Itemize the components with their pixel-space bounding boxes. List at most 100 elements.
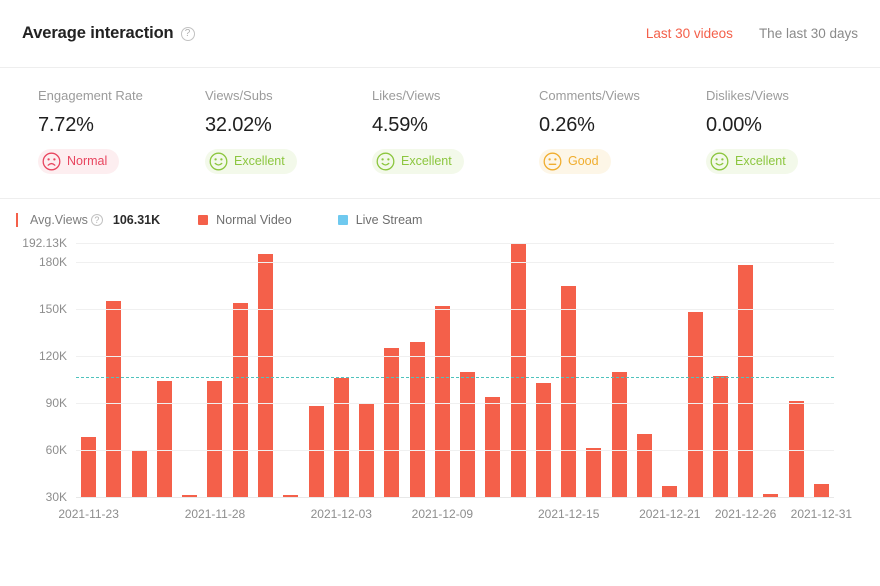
legend-item-normal-video[interactable]: Normal Video xyxy=(198,213,292,227)
bar-slot[interactable] xyxy=(127,243,152,497)
bar-slot[interactable] xyxy=(758,243,783,497)
question-mark-icon[interactable]: ? xyxy=(181,27,195,41)
chart-bar[interactable] xyxy=(207,381,222,497)
plot-canvas: 192.13K 180K 150K 120K 90K 60K 30K xyxy=(76,243,834,497)
bar-slot[interactable] xyxy=(632,243,657,497)
chart-bar[interactable] xyxy=(334,378,349,497)
chart-bar[interactable] xyxy=(309,406,324,497)
chart-bar[interactable] xyxy=(612,372,627,497)
chart-bar[interactable] xyxy=(410,342,425,497)
bar-slot[interactable] xyxy=(480,243,505,497)
chart-plot-area: 192.13K180K150K120K90K60K30K 2021-11-232… xyxy=(0,235,860,535)
chart-bar[interactable] xyxy=(460,372,475,497)
x-axis-tick-label: 2021-11-23 xyxy=(58,507,119,521)
chart-bar[interactable] xyxy=(157,381,172,497)
status-badge-label: Excellent xyxy=(234,155,285,168)
metric-label: Dislikes/Views xyxy=(706,88,873,103)
metric-value: 0.00% xyxy=(706,114,873,137)
header-tabs: Last 30 videos The last 30 days xyxy=(646,26,858,41)
bar-slot[interactable] xyxy=(152,243,177,497)
bar-slot[interactable] xyxy=(76,243,101,497)
metric-card: Dislikes/Views 0.00% Excellent xyxy=(706,88,873,176)
page-title: Average interaction xyxy=(22,24,174,43)
bar-slot[interactable] xyxy=(733,243,758,497)
chart-bar[interactable] xyxy=(435,306,450,497)
chart-bar[interactable] xyxy=(586,448,601,497)
bar-slot[interactable] xyxy=(607,243,632,497)
frown-face-icon xyxy=(42,152,61,171)
question-mark-icon[interactable]: ? xyxy=(91,214,103,226)
x-axis-labels: 2021-11-232021-11-282021-12-032021-12-09… xyxy=(76,507,834,523)
y-axis-tick-label: 60K xyxy=(46,443,76,457)
y-axis-tick-label: 192.13K xyxy=(22,236,76,250)
bar-slot[interactable] xyxy=(556,243,581,497)
average-reference-line xyxy=(76,377,834,378)
bar-slot[interactable] xyxy=(404,243,429,497)
x-axis-tick-label: 2021-12-26 xyxy=(715,507,776,521)
chart-bar[interactable] xyxy=(233,303,248,497)
chart-bar[interactable] xyxy=(384,348,399,497)
metric-card: Likes/Views4.59%Excellent xyxy=(372,88,539,176)
chart-bar[interactable] xyxy=(814,484,829,497)
bar-slot[interactable] xyxy=(228,243,253,497)
bar-slot[interactable] xyxy=(202,243,227,497)
chart-bar[interactable] xyxy=(132,451,147,497)
chart-bar[interactable] xyxy=(485,397,500,497)
x-axis-tick-label: 2021-12-03 xyxy=(311,507,372,521)
chart-bar[interactable] xyxy=(637,434,652,497)
bar-slot[interactable] xyxy=(531,243,556,497)
bar-slot[interactable] xyxy=(101,243,126,497)
metric-card: Engagement Rate7.72%Normal xyxy=(38,88,205,176)
bar-slot[interactable] xyxy=(708,243,733,497)
y-axis-tick-label: 180K xyxy=(39,255,76,269)
x-axis-tick-label: 2021-12-15 xyxy=(538,507,599,521)
metric-label: Engagement Rate xyxy=(38,88,205,103)
bar-slot[interactable] xyxy=(682,243,707,497)
chart-bar[interactable] xyxy=(106,301,121,497)
bar-slot[interactable] xyxy=(177,243,202,497)
chart-bar[interactable] xyxy=(81,437,96,497)
bar-slot[interactable] xyxy=(329,243,354,497)
bar-slot[interactable] xyxy=(506,243,531,497)
chart-bar[interactable] xyxy=(258,254,273,497)
legend-label-live-stream: Live Stream xyxy=(356,213,423,227)
tab-last-30-days[interactable]: The last 30 days xyxy=(759,26,858,41)
x-axis-tick-label: 2021-12-31 xyxy=(791,507,852,521)
legend-label-normal-video: Normal Video xyxy=(216,213,292,227)
bar-slot[interactable] xyxy=(278,243,303,497)
y-gridline: 150K xyxy=(76,309,834,310)
bar-slot[interactable] xyxy=(657,243,682,497)
chart-bar[interactable] xyxy=(511,243,526,497)
bar-slot[interactable] xyxy=(253,243,278,497)
legend-item-live-stream[interactable]: Live Stream xyxy=(338,213,423,227)
y-axis-tick-label: 150K xyxy=(39,302,76,316)
bar-slot[interactable] xyxy=(379,243,404,497)
status-badge-label: Excellent xyxy=(735,155,786,168)
avg-views-label: Avg.Views ? xyxy=(30,213,103,227)
y-gridline: 90K xyxy=(76,403,834,404)
chart-bar[interactable] xyxy=(738,265,753,497)
y-gridline: 60K xyxy=(76,450,834,451)
bar-slot[interactable] xyxy=(783,243,808,497)
bar-slot[interactable] xyxy=(581,243,606,497)
metric-card: Views/Subs32.02%Excellent xyxy=(205,88,372,176)
chart-bar[interactable] xyxy=(536,383,551,497)
legend-accent-bar xyxy=(16,213,18,227)
header-title-group: Average interaction ? xyxy=(22,24,195,43)
y-gridline: 180K xyxy=(76,262,834,263)
status-badge: Excellent xyxy=(706,149,798,174)
y-gridline: 30K xyxy=(76,497,834,498)
y-gridline: 120K xyxy=(76,356,834,357)
status-badge: Excellent xyxy=(205,149,297,174)
bar-slot[interactable] xyxy=(303,243,328,497)
bar-slot[interactable] xyxy=(809,243,834,497)
y-gridline: 192.13K xyxy=(76,243,834,244)
chart-bar[interactable] xyxy=(561,286,576,497)
bar-slot[interactable] xyxy=(430,243,455,497)
bar-slot[interactable] xyxy=(455,243,480,497)
chart-bar[interactable] xyxy=(662,486,677,497)
bar-slot[interactable] xyxy=(354,243,379,497)
chart-bar[interactable] xyxy=(688,312,703,497)
chart-bar[interactable] xyxy=(713,376,728,497)
tab-last-30-videos[interactable]: Last 30 videos xyxy=(646,26,733,41)
